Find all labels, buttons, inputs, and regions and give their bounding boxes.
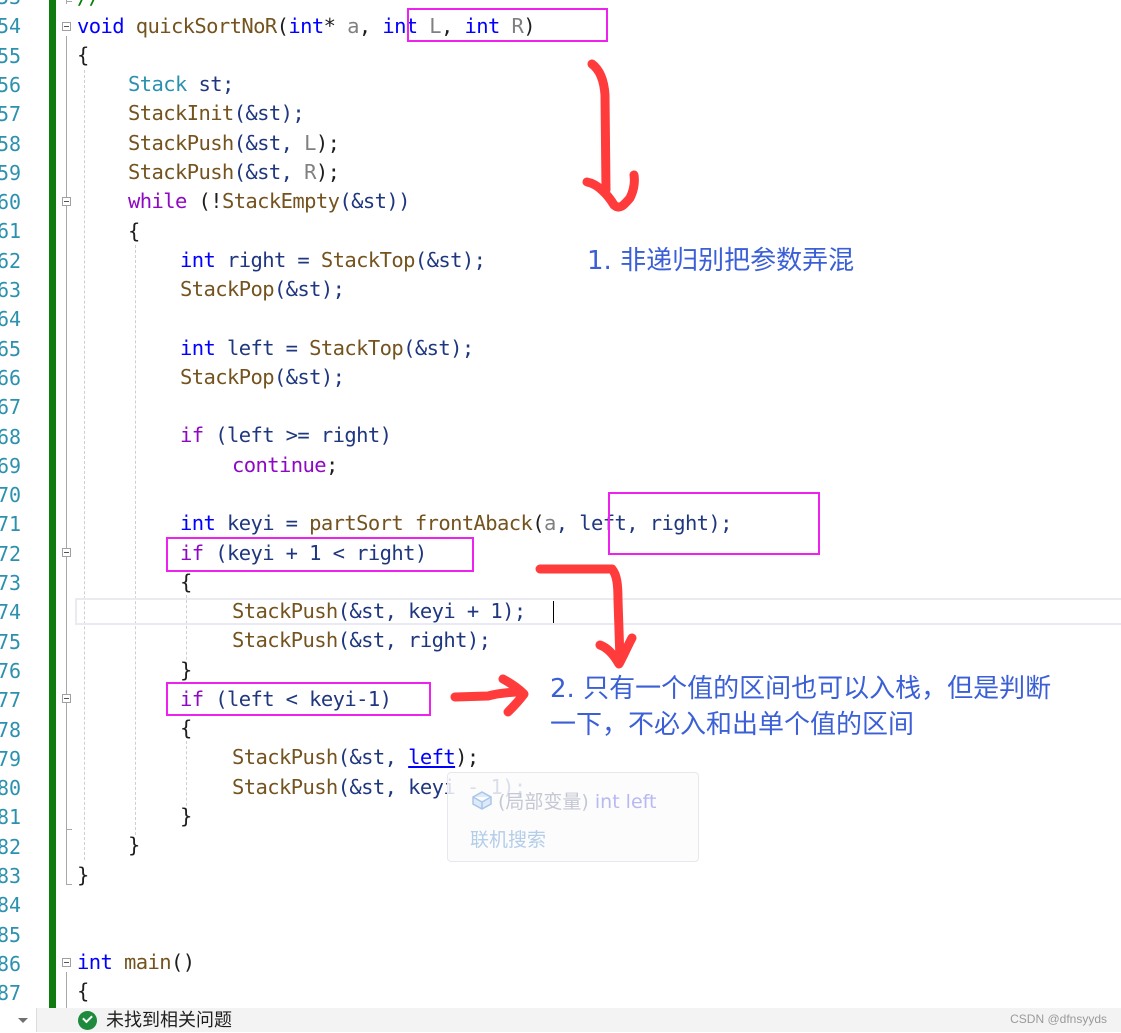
tooltip-signature-row: (局部变量) int left — [470, 787, 656, 816]
arrow-1-icon — [582, 59, 639, 212]
tooltip-signature: int left — [594, 791, 657, 813]
arrow-2-icon — [535, 564, 637, 669]
check-circle-icon — [78, 1011, 97, 1030]
quick-info-tooltip: (局部变量) int left 联机搜索 — [447, 772, 699, 862]
local-variable-cube-icon — [470, 789, 494, 816]
annotation-note-2-line-1: 2. 只有一个值的区间也可以入栈，但是判断 — [550, 674, 1052, 704]
issues-status-text[interactable]: 未找到相关问题 — [106, 1009, 232, 1033]
tooltip-kind: (局部变量) — [498, 791, 589, 813]
annotation-note-2-line-2: 一下，不必入和出单个值的区间 — [550, 710, 915, 740]
online-search-link[interactable]: 联机搜索 — [470, 825, 546, 852]
code-editor[interactable]: 5354555657585960616263646566676869707172… — [0, 0, 1121, 1008]
annotation-note-1: 1. 非递归别把参数弄混 — [587, 246, 855, 276]
chevron-down-icon — [18, 1018, 28, 1023]
watermark: CSDN @dfnsyyds — [1010, 1012, 1107, 1026]
zoom-dropdown[interactable] — [0, 1008, 37, 1032]
arrow-3-icon — [450, 674, 529, 717]
